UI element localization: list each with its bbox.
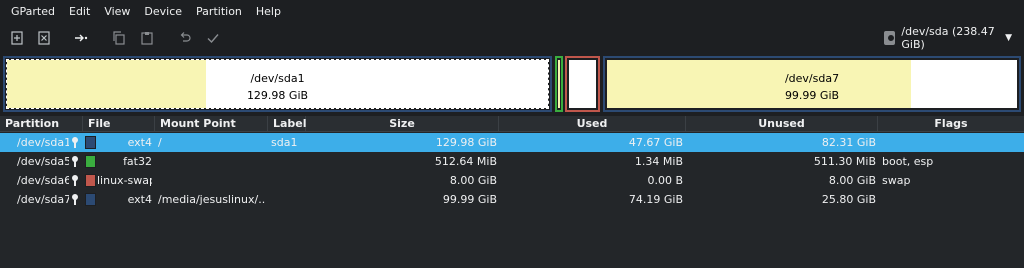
cell-size: 8.00 GiB <box>449 174 497 187</box>
cell-size: 99.99 GiB <box>442 193 497 206</box>
cell-partition: /dev/sda5 <box>17 155 69 168</box>
cell-used: 74.19 GiB <box>628 193 683 206</box>
cell-partition: /dev/sda6 <box>17 174 69 187</box>
key-icon <box>71 156 79 167</box>
partition-size: 129.98 GiB <box>246 89 309 102</box>
cell-partition: /dev/sda1 <box>17 136 69 149</box>
resize-move-button[interactable] <box>72 29 90 47</box>
partition-label: /dev/sda1 129.98 GiB <box>7 70 548 104</box>
cell-label: sda1 <box>271 136 298 149</box>
chevron-down-icon: ▼ <box>1005 33 1012 43</box>
cell-mount-point <box>158 171 266 190</box>
cell-partition: /dev/sda7 <box>17 193 69 206</box>
cell-used: 1.34 MiB <box>634 155 683 168</box>
partition-label: /dev/sda7 99.99 GiB <box>607 70 1017 104</box>
cell-label <box>271 152 305 171</box>
cell-file-system: ext4 <box>127 136 152 149</box>
partition-area <box>558 60 560 108</box>
cell-flags: swap <box>882 174 911 187</box>
table-row[interactable]: /dev/sda6 linux-swap 8.00 GiB 0.00 B 8.00 Gi… <box>0 171 1024 190</box>
cell-size: 129.98 GiB <box>435 136 497 149</box>
cell-unused: 8.00 GiB <box>828 174 876 187</box>
device-label: /dev/sda (238.47 GiB) <box>901 25 995 51</box>
column-partition[interactable]: Partition <box>0 116 83 132</box>
cell-unused: 82.31 GiB <box>821 136 876 149</box>
used-space-fill <box>558 60 560 108</box>
delete-partition-icon <box>38 31 50 45</box>
cell-flags <box>882 133 1022 152</box>
diskmap-partition-sda5[interactable] <box>555 56 563 112</box>
diskmap-partition-sda1[interactable]: /dev/sda1 129.98 GiB <box>3 56 552 112</box>
key-icon <box>71 194 79 205</box>
column-unused[interactable]: Unused <box>686 116 878 132</box>
menu-gparted[interactable]: GParted <box>4 0 62 24</box>
paste-button[interactable] <box>138 29 156 47</box>
partition-area: /dev/sda1 129.98 GiB <box>7 60 548 108</box>
diskmap-partition-sda7[interactable]: /dev/sda7 99.99 GiB <box>603 56 1021 112</box>
cell-used: 47.67 GiB <box>628 136 683 149</box>
menu-device[interactable]: Device <box>137 0 189 24</box>
partition-area: /dev/sda7 99.99 GiB <box>607 60 1017 108</box>
cell-file-system: fat32 <box>123 155 152 168</box>
apply-icon <box>207 34 219 44</box>
table-row[interactable]: /dev/sda7 ext4/media/jesuslinux/... 99.99 … <box>0 190 1024 209</box>
partition-name: /dev/sda1 <box>250 72 305 85</box>
disk-icon <box>884 31 896 45</box>
paste-icon <box>141 32 153 45</box>
cell-flags <box>882 190 1022 209</box>
device-selector[interactable]: /dev/sda (238.47 GiB) ▼ <box>878 25 1018 51</box>
toolbar: /dev/sda (238.47 GiB) ▼ <box>0 24 1024 52</box>
cell-size: 512.64 MiB <box>434 155 497 168</box>
column-flags[interactable]: Flags <box>878 116 1024 132</box>
cell-mount-point <box>158 152 266 171</box>
partition-table-header: Partition File System Mount Point Label … <box>0 116 1024 146</box>
delete-partition-button[interactable] <box>35 29 53 47</box>
menu-bar: GParted Edit View Device Partition Help <box>0 0 1024 24</box>
cell-used: 0.00 B <box>647 174 683 187</box>
menu-view[interactable]: View <box>97 0 137 24</box>
apply-button[interactable] <box>204 29 222 47</box>
resize-move-icon <box>75 34 88 42</box>
menu-partition[interactable]: Partition <box>189 0 249 24</box>
cell-mount-point: / <box>158 136 162 149</box>
cell-label <box>271 190 305 209</box>
fs-color-swatch <box>85 136 96 149</box>
new-partition-button[interactable] <box>8 29 26 47</box>
fs-color-swatch <box>85 174 96 187</box>
partition-name: /dev/sda7 <box>784 72 840 85</box>
new-partition-icon <box>11 31 23 45</box>
column-file-system[interactable]: File System <box>83 116 155 146</box>
cell-file-system: linux-swap <box>97 174 152 187</box>
copy-button[interactable] <box>110 29 128 47</box>
cell-file-system: ext4 <box>127 193 152 206</box>
cell-unused: 511.30 MiB <box>813 155 876 168</box>
disk-map: /dev/sda1 129.98 GiB /dev/sda7 99.99 GiB <box>0 52 1024 116</box>
diskmap-partition-sda6[interactable] <box>565 56 600 112</box>
table-row[interactable]: /dev/sda5 fat32 512.64 MiB 1.34 MiB 511.30 M… <box>0 152 1024 171</box>
fs-color-swatch <box>85 193 96 206</box>
menu-help[interactable]: Help <box>249 0 288 24</box>
cell-unused: 25.80 GiB <box>821 193 876 206</box>
key-icon <box>71 137 79 148</box>
cell-flags: boot, esp <box>882 155 934 168</box>
fs-color-swatch <box>85 155 96 168</box>
column-mount-point[interactable]: Mount Point <box>155 116 268 132</box>
copy-icon <box>113 31 125 45</box>
partition-size: 99.99 GiB <box>784 89 840 102</box>
cell-label <box>271 171 305 190</box>
column-label[interactable]: Label <box>268 116 307 132</box>
column-used[interactable]: Used <box>499 116 686 132</box>
menu-edit[interactable]: Edit <box>62 0 97 24</box>
table-row[interactable]: /dev/sda1 ext4 / sda1 129.98 GiB 47.67 GiB 82.… <box>0 133 1024 152</box>
undo-button[interactable] <box>176 29 194 47</box>
key-icon <box>71 175 79 186</box>
column-size[interactable]: Size <box>306 116 499 132</box>
undo-icon <box>180 32 191 42</box>
partition-area <box>569 60 596 108</box>
cell-mount-point: /media/jesuslinux/... <box>158 193 266 206</box>
